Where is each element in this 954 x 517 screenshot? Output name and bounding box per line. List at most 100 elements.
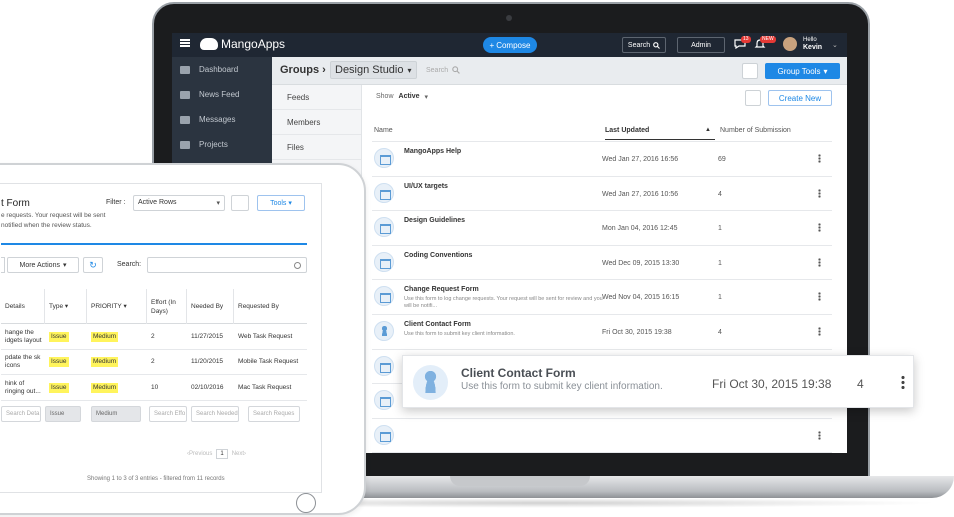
kebab-menu-icon[interactable]	[901, 375, 905, 389]
row-title[interactable]: MangoApps Help	[404, 148, 461, 155]
pin-icon[interactable]	[742, 63, 758, 79]
table-row[interactable]: pdate the sk icons Issue Medium 2 11/20/2015…	[1, 350, 307, 376]
more-actions-label: More Actions	[19, 261, 60, 269]
filter-select[interactable]: Active Rows	[133, 195, 225, 211]
column-type[interactable]: Type ▾	[45, 289, 87, 324]
form-icon	[374, 217, 394, 238]
table-header: Name Last Updated ▲ Number of Submission	[374, 125, 830, 141]
show-label: Show	[376, 93, 394, 100]
filter-needed-input[interactable]: Search Needed	[191, 405, 239, 422]
sidebar-item-label: Projects	[199, 140, 228, 149]
row-title[interactable]: Change Request Form	[404, 286, 479, 293]
kebab-menu-icon[interactable]	[818, 430, 821, 440]
row-title[interactable]: Client Contact Form	[404, 321, 471, 328]
kebab-menu-icon[interactable]	[818, 223, 821, 233]
filter-effort-input[interactable]: Search Effo	[149, 405, 187, 422]
admin-button[interactable]: Admin	[677, 37, 725, 53]
filter-type-select[interactable]: Issue	[45, 405, 81, 422]
row-count: 1	[718, 259, 722, 267]
user-greeting[interactable]: Hello Kevin	[803, 37, 822, 51]
cell-type: Issue	[45, 350, 87, 376]
filter-details-input[interactable]: Search Deta	[1, 405, 41, 422]
marketing-composite: MangoApps + Compose Search Admin 13 NEW …	[0, 0, 954, 517]
group-selector[interactable]: Design Studio ▾	[330, 61, 417, 79]
pager-previous[interactable]: ‹Previous	[187, 451, 212, 457]
kebab-menu-icon[interactable]	[818, 292, 821, 302]
column-details[interactable]: Details	[1, 289, 45, 324]
table-row[interactable]: Design Guidelines Mon Jan 04, 2016 12:45 1	[372, 210, 832, 245]
create-new-button[interactable]: Create New	[768, 90, 832, 106]
sort-asc-icon: ▲	[705, 127, 711, 133]
chevron-down-icon[interactable]: ⌄	[832, 41, 838, 49]
table-row[interactable]: MangoApps Help Wed Jan 27, 2016 16:56 69	[372, 141, 832, 176]
sidebar-item-dashboard[interactable]: Dashboard	[172, 57, 272, 82]
row-description: Use this form to log change requests. Yo…	[404, 296, 603, 310]
row-title[interactable]: UI/UX targets	[404, 183, 448, 190]
column-name[interactable]: Name	[374, 127, 393, 134]
table-row[interactable]: Coding Conventions Wed Dec 09, 2015 13:30…	[372, 244, 832, 280]
sidebar-item-projects[interactable]: Projects	[172, 132, 272, 157]
kebab-menu-icon[interactable]	[818, 257, 821, 267]
mango-logo-icon	[200, 38, 218, 50]
table-row[interactable]: UI/UX targets Wed Jan 27, 2016 10:56 4	[372, 175, 832, 211]
popout-row-card[interactable]: Client Contact Form Use this form to sub…	[402, 355, 914, 408]
form-icon	[374, 148, 394, 168]
refresh-icon[interactable]: ↻	[83, 257, 103, 273]
search-input[interactable]	[147, 257, 307, 273]
kebab-menu-icon[interactable]	[818, 154, 821, 163]
user-avatar[interactable]	[783, 37, 797, 51]
column-priority[interactable]: PRIORITY ▾	[87, 289, 147, 324]
column-last-updated[interactable]: Last Updated ▲	[605, 127, 715, 140]
top-bar: MangoApps + Compose Search Admin 13 NEW …	[172, 33, 847, 57]
effort-value: 10	[151, 383, 159, 391]
group-tools-button[interactable]: Group Tools ▾	[765, 63, 840, 79]
sidebar-item-news-feed[interactable]: News Feed	[172, 82, 272, 107]
table-row[interactable]: Client Contact Form Use this form to subm…	[372, 313, 832, 349]
subnav-files[interactable]: Files	[272, 135, 361, 160]
column-submissions[interactable]: Number of Submission	[720, 127, 791, 134]
pager-page-1[interactable]: 1	[216, 449, 228, 459]
show-value: Active	[398, 93, 420, 100]
search-button[interactable]: Search	[622, 37, 666, 53]
subnav-feeds[interactable]: Feeds	[272, 85, 361, 110]
requested-value: Web Task Request	[238, 332, 293, 340]
groups-breadcrumb[interactable]: Groups ›	[280, 64, 326, 76]
form-icon	[374, 251, 394, 272]
table-row[interactable]: Change RequestList of all change request…	[372, 452, 832, 453]
subnav-members[interactable]: Members	[272, 110, 361, 135]
column-needed-by[interactable]: Needed By	[187, 289, 234, 324]
row-title[interactable]: Design Guidelines	[404, 217, 465, 224]
column-effort[interactable]: Effort (In Days)	[147, 289, 187, 324]
pager-next[interactable]: Next›	[232, 451, 246, 457]
column-requested-by[interactable]: Requested By	[234, 289, 307, 324]
cell-needed: 11/27/2015	[187, 324, 234, 350]
row-title[interactable]: Coding Conventions	[404, 252, 472, 259]
filter-requested-input[interactable]: Search Reques	[248, 405, 300, 422]
hamburger-menu-icon[interactable]	[180, 39, 190, 47]
type-value: Issue	[49, 382, 69, 393]
table-row[interactable]: hink of ringing out... Issue Medium 10 02/10…	[1, 375, 307, 401]
form-title: t Form	[1, 198, 30, 209]
filter-priority-select[interactable]: Medium	[91, 405, 141, 422]
cell-details: pdate the sk icons	[1, 350, 45, 376]
sidebar-item-label: Messages	[199, 115, 236, 124]
table-footer-info: Showing 1 to 3 of 3 entries - filtered f…	[87, 476, 225, 482]
show-filter[interactable]: Show Active ▾	[376, 93, 428, 101]
pin-icon[interactable]	[231, 195, 249, 211]
priority-value: Medium	[91, 382, 119, 393]
table-row[interactable]: Change Request Form Use this form to log …	[372, 279, 832, 314]
more-actions-button[interactable]: More Actions ▾	[7, 257, 79, 273]
sidebar-item-messages[interactable]: Messages	[172, 107, 272, 132]
table-row[interactable]: hange the idgets layout Issue Medium 2 11/27…	[1, 324, 307, 350]
group-search[interactable]: Search	[426, 66, 461, 74]
needed-value: 11/27/2015	[191, 332, 224, 340]
sort-icon[interactable]	[745, 90, 761, 106]
left-button-edge[interactable]	[1, 257, 5, 273]
tools-button[interactable]: Tools ▾	[257, 195, 305, 211]
compose-button[interactable]: + Compose	[483, 37, 537, 53]
kebab-menu-icon[interactable]	[818, 326, 821, 336]
table-row[interactable]	[372, 417, 832, 453]
column-filters: Search Deta Issue Medium Search Effo Sea…	[1, 401, 307, 427]
logo[interactable]: MangoApps	[200, 37, 285, 51]
kebab-menu-icon[interactable]	[818, 188, 821, 198]
